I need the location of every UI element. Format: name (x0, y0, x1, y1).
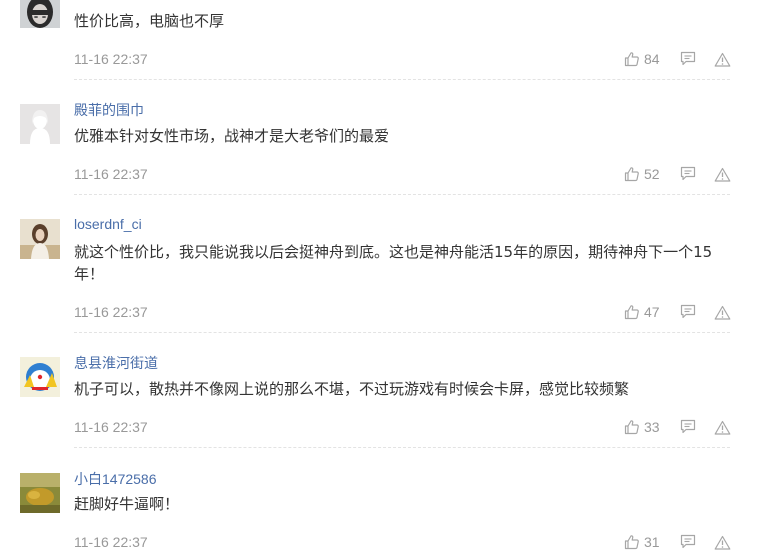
thumbs-up-icon (624, 167, 639, 182)
user-avatar[interactable] (20, 219, 60, 259)
comment-time: 11-16 22:37 (74, 419, 148, 435)
user-avatar[interactable] (20, 104, 60, 144)
comment-text: 就这个性价比，我只能说我以后会挺神舟到底。这也是神舟能活15年的原因，期待神舟下… (74, 243, 713, 283)
like-count: 47 (644, 304, 660, 320)
user-avatar[interactable] (20, 357, 60, 397)
user-avatar[interactable] (20, 0, 60, 28)
report-icon[interactable] (714, 420, 731, 435)
comment-meta: 11-16 22:37 47 (74, 302, 734, 322)
like-count: 84 (644, 51, 660, 67)
like-button[interactable]: 47 (624, 302, 660, 322)
report-icon[interactable] (714, 167, 731, 182)
reply-icon[interactable] (680, 166, 696, 181)
comment-text: 赶脚好牛逼啊！ (74, 495, 180, 513)
comment-time: 11-16 22:37 (74, 304, 148, 320)
report-icon[interactable] (714, 52, 731, 67)
comment-meta: 11-16 22:37 31 (74, 532, 734, 552)
like-button[interactable]: 84 (624, 49, 660, 69)
username[interactable]: 殿菲的围巾 (74, 100, 144, 120)
report-icon[interactable] (714, 305, 731, 320)
comment-time: 11-16 22:37 (74, 166, 148, 182)
reply-icon[interactable] (680, 534, 696, 549)
thumbs-up-icon (624, 535, 639, 550)
like-count: 31 (644, 534, 660, 550)
like-button[interactable]: 31 (624, 532, 660, 552)
report-icon[interactable] (714, 535, 731, 550)
thumbs-up-icon (624, 305, 639, 320)
comment-meta: 11-16 22:37 84 (74, 49, 734, 69)
reply-icon[interactable] (680, 419, 696, 434)
comment-text: 优雅本针对女性市场，战神才是大老爷们的最爱 (74, 127, 390, 145)
divider (74, 447, 730, 448)
comment-text: 机子可以，散热并不像网上说的那么不堪，不过玩游戏有时候会卡屏，感觉比较频繁 (74, 380, 630, 398)
thumbs-up-icon (624, 52, 639, 67)
reply-icon[interactable] (680, 304, 696, 319)
reply-icon[interactable] (680, 51, 696, 66)
divider (74, 194, 730, 195)
like-count: 33 (644, 419, 660, 435)
comment-meta: 11-16 22:37 33 (74, 417, 734, 437)
username[interactable]: loserdnf_ci (74, 216, 142, 232)
comment-meta: 11-16 22:37 52 (74, 164, 734, 184)
divider (74, 79, 730, 80)
divider (74, 332, 730, 333)
username[interactable]: 小白1472586 (74, 469, 157, 489)
user-avatar[interactable] (20, 473, 60, 513)
thumbs-up-icon (624, 420, 639, 435)
comment-text: 性价比高，电脑也不厚 (74, 12, 225, 30)
comment-time: 11-16 22:37 (74, 534, 148, 550)
like-button[interactable]: 52 (624, 164, 660, 184)
username[interactable]: 息县淮河街道 (74, 353, 158, 373)
comment-time: 11-16 22:37 (74, 51, 148, 67)
like-count: 52 (644, 166, 660, 182)
like-button[interactable]: 33 (624, 417, 660, 437)
